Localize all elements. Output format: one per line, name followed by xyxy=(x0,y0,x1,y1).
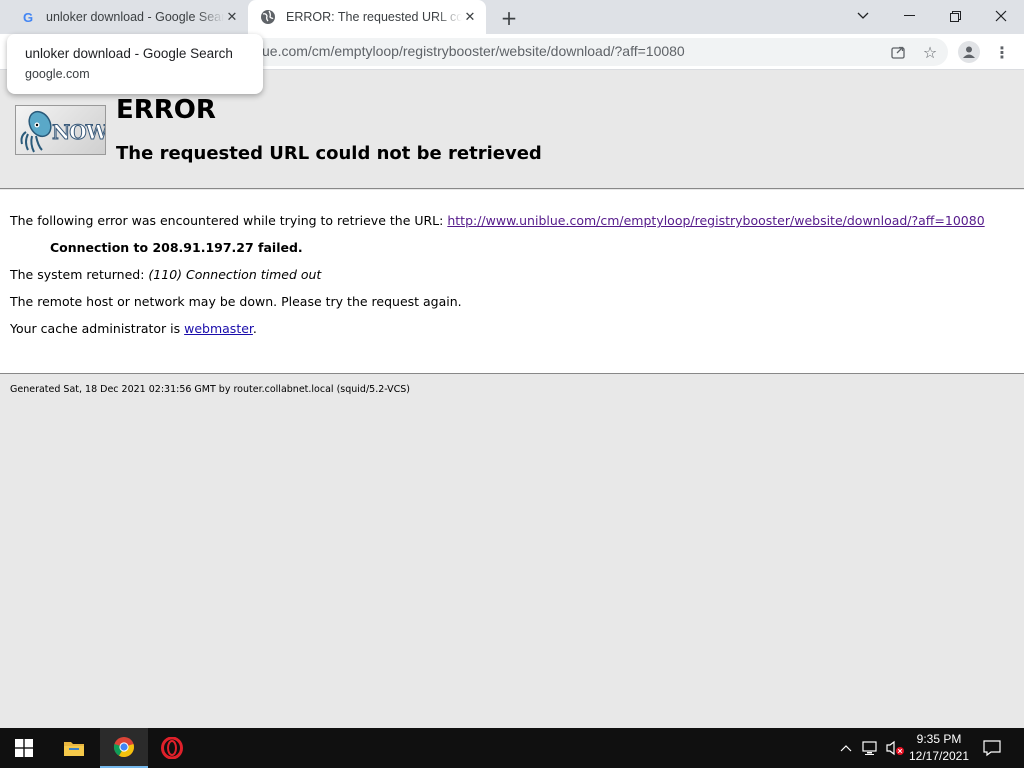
chrome-icon xyxy=(113,737,134,758)
restore-icon xyxy=(949,10,961,22)
hover-card-domain: google.com xyxy=(25,67,90,81)
globe-icon xyxy=(261,10,275,24)
error-line-url: The following error was encountered whil… xyxy=(10,213,985,228)
system-clock[interactable]: 9:35 PM 12/17/2021 xyxy=(906,731,972,765)
hover-card-title: unloker download - Google Search xyxy=(25,46,233,61)
chevron-down-icon xyxy=(857,12,869,19)
profile-avatar-icon[interactable] xyxy=(958,41,980,63)
close-icon[interactable]: ✕ xyxy=(224,9,240,25)
new-tab-button[interactable]: + xyxy=(498,6,520,30)
folder-icon xyxy=(64,742,84,756)
close-window-button[interactable] xyxy=(978,0,1024,32)
notification-icon xyxy=(983,740,1001,757)
bookmark-star-icon[interactable]: ☆ xyxy=(920,42,940,62)
share-icon[interactable] xyxy=(888,42,908,62)
page-content: NOW ERROR The requested URL could not be… xyxy=(0,71,1024,728)
cache-admin-line: Your cache administrator is webmaster. xyxy=(10,321,257,336)
webmaster-link[interactable]: webmaster xyxy=(184,321,253,336)
error-body: The following error was encountered whil… xyxy=(0,190,1024,374)
page-footer: Generated Sat, 18 Dec 2021 02:31:56 GMT … xyxy=(10,384,410,395)
opera-icon xyxy=(161,737,183,759)
restore-button[interactable] xyxy=(932,0,978,32)
tab-google-search[interactable]: G unloker download - Google Search ✕ xyxy=(8,0,248,34)
error-connection-failed: Connection to 208.91.197.27 failed. xyxy=(50,240,303,255)
tab-error-page[interactable]: ERROR: The requested URL could not be re… xyxy=(248,0,486,34)
more-menu-icon[interactable]: ⋮ xyxy=(992,42,1012,62)
error-hint: The remote host or network may be down. … xyxy=(10,294,462,309)
tab-title: ERROR: The requested URL could not be re… xyxy=(286,10,462,24)
minimize-icon xyxy=(903,15,915,16)
notification-center-button[interactable] xyxy=(980,728,1004,768)
logo-text: NOW xyxy=(51,120,106,145)
chrome-taskbar-button[interactable] xyxy=(100,728,148,768)
tab-strip: G unloker download - Google Search ✕ ERR… xyxy=(0,0,1024,34)
page-title: ERROR xyxy=(116,95,216,125)
requested-url-link[interactable]: http://www.uniblue.com/cm/emptyloop/regi… xyxy=(447,213,984,228)
tab-hover-card: unloker download - Google Search google.… xyxy=(7,34,263,94)
file-explorer-button[interactable] xyxy=(50,728,98,768)
tab-title: unloker download - Google Search xyxy=(46,10,224,24)
taskbar: 9:35 PM 12/17/2021 xyxy=(0,728,1024,768)
tab-search-button[interactable] xyxy=(840,0,886,32)
close-icon[interactable]: ✕ xyxy=(462,9,478,25)
opera-taskbar-button[interactable] xyxy=(148,728,196,768)
tray-overflow-chevron-icon[interactable] xyxy=(836,728,856,768)
windows-icon xyxy=(15,739,33,757)
google-g-icon: G xyxy=(22,9,34,25)
error-code: (110) Connection timed out xyxy=(148,267,322,282)
start-button[interactable] xyxy=(0,728,48,768)
clock-date: 12/17/2021 xyxy=(908,749,970,763)
close-icon xyxy=(995,10,1007,22)
minimize-button[interactable] xyxy=(886,0,932,32)
volume-muted-icon[interactable] xyxy=(884,728,906,768)
clock-time: 9:35 PM xyxy=(916,732,962,746)
error-system-returned: The system returned: (110) Connection ti… xyxy=(10,267,322,282)
page-subtitle: The requested URL could not be retrieved xyxy=(116,143,542,164)
squid-logo: NOW xyxy=(15,105,106,155)
network-icon[interactable] xyxy=(860,728,882,768)
url-text[interactable]: ue.com/cm/emptyloop/registrybooster/webs… xyxy=(262,43,685,59)
